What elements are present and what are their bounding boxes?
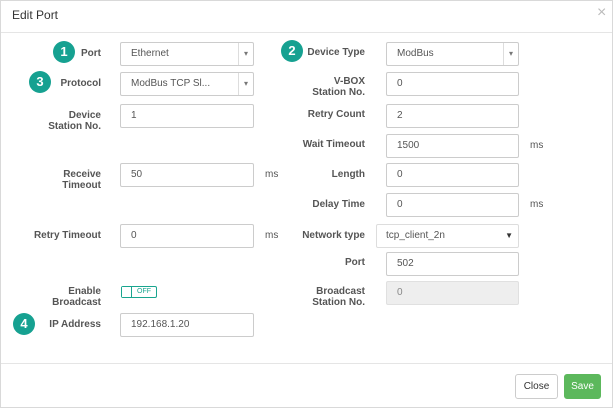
toggle-state-text: OFF	[137, 288, 151, 295]
vbox-station-label-line2: Station No.	[312, 87, 365, 98]
length-input[interactable]: 0	[386, 163, 519, 187]
port-label: Port	[81, 48, 101, 59]
network-type-label: Network type	[302, 230, 365, 241]
wait-timeout-label: Wait Timeout	[302, 139, 365, 150]
chevron-down-icon: ▾	[238, 73, 253, 95]
network-type-select[interactable]: tcp_client_2n ▼	[376, 224, 519, 248]
vbox-station-label: V-BOX Station No.	[281, 76, 365, 98]
dialog-header: Edit Port ×	[1, 1, 612, 33]
ip-address-label: IP Address	[49, 319, 101, 330]
length-label: Length	[331, 169, 365, 180]
network-type-select-value: tcp_client_2n	[386, 230, 445, 241]
device-station-label-line1: Device	[68, 110, 101, 121]
footer-divider	[1, 363, 612, 364]
device-type-select-value: ModBus	[397, 48, 434, 59]
device-type-select[interactable]: ModBus ▾	[386, 42, 519, 66]
enable-broadcast-label: Enable Broadcast	[31, 286, 101, 308]
receive-timeout-input[interactable]: 50	[120, 163, 254, 187]
receive-timeout-label-line2: Timeout	[62, 180, 101, 191]
close-button[interactable]: Close	[515, 374, 558, 399]
retry-count-label: Retry Count	[307, 109, 365, 120]
chevron-down-icon: ▾	[503, 43, 518, 65]
retry-count-input[interactable]: 2	[386, 104, 519, 128]
device-station-input[interactable]: 1	[120, 104, 254, 128]
vbox-station-input[interactable]: 0	[386, 72, 519, 96]
delay-time-unit: ms	[530, 199, 544, 210]
save-button[interactable]: Save	[564, 374, 601, 399]
device-type-label: Device Type	[307, 47, 365, 58]
delay-time-label: Delay Time	[312, 199, 365, 210]
enable-broadcast-toggle[interactable]: OFF	[121, 286, 157, 298]
edit-port-dialog: Edit Port × 1 2 3 4 Port Ethernet ▾ Prot…	[0, 0, 613, 408]
protocol-select-value: ModBus TCP Sl...	[131, 78, 211, 89]
retry-timeout-unit: ms	[265, 230, 279, 241]
device-station-label-line2: Station No.	[48, 121, 101, 132]
wait-timeout-unit: ms	[530, 140, 544, 151]
receive-timeout-label: Receive Timeout	[31, 169, 101, 191]
port-select-value: Ethernet	[131, 48, 169, 59]
protocol-label: Protocol	[60, 78, 101, 89]
chevron-down-icon: ▼	[505, 231, 513, 240]
retry-timeout-input[interactable]: 0	[120, 224, 254, 248]
delay-time-input[interactable]: 0	[386, 193, 519, 217]
port-select[interactable]: Ethernet ▾	[120, 42, 254, 66]
broadcast-station-input: 0	[386, 281, 519, 305]
receive-timeout-label-line1: Receive	[63, 169, 101, 180]
retry-timeout-label: Retry Timeout	[33, 230, 101, 241]
toggle-knob	[122, 287, 132, 297]
device-station-label: Device Station No.	[31, 110, 101, 132]
enable-broadcast-label-line2: Broadcast	[52, 297, 101, 308]
ip-address-input[interactable]: 192.168.1.20	[120, 313, 254, 337]
close-icon[interactable]: ×	[597, 5, 606, 21]
chevron-down-icon: ▾	[238, 43, 253, 65]
receive-timeout-unit: ms	[265, 169, 279, 180]
wait-timeout-input[interactable]: 1500	[386, 134, 519, 158]
protocol-select[interactable]: ModBus TCP Sl... ▾	[120, 72, 254, 96]
broadcast-station-label-line1: Broadcast	[316, 286, 365, 297]
port-number-label: Port	[345, 257, 365, 268]
broadcast-station-label: Broadcast Station No.	[281, 286, 365, 308]
vbox-station-label-line1: V-BOX	[333, 76, 365, 87]
enable-broadcast-label-line1: Enable	[68, 286, 101, 297]
broadcast-station-label-line2: Station No.	[312, 297, 365, 308]
dialog-title: Edit Port	[12, 8, 59, 22]
port-number-input[interactable]: 502	[386, 252, 519, 276]
